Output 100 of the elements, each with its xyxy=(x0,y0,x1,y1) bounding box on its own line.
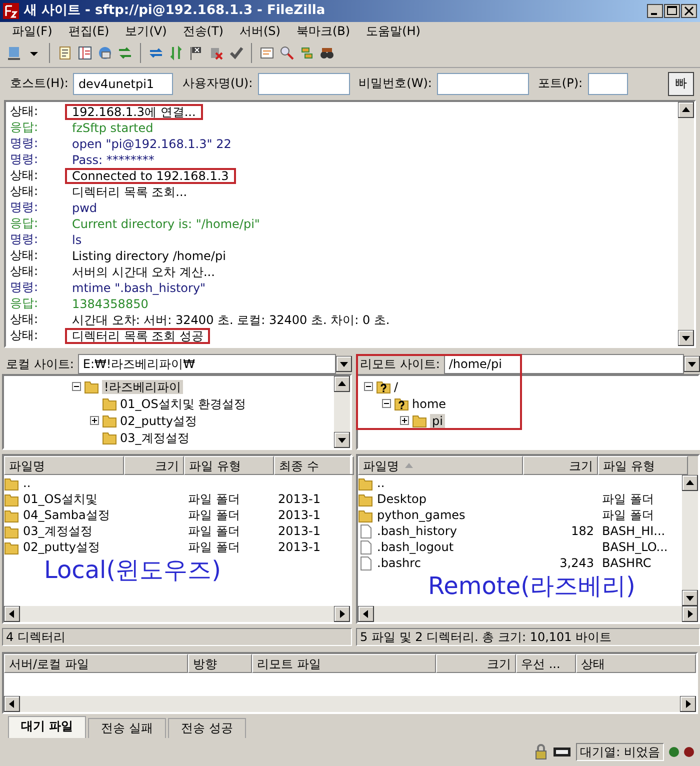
tab[interactable]: 전송 실패 xyxy=(88,718,166,738)
binoculars-icon[interactable] xyxy=(319,45,335,62)
log-message: 시간대 오차: 서버: 32400 초. 로컬: 32400 초. 차이: 0 초. xyxy=(71,312,391,328)
site-label: 리모트 사이트: xyxy=(359,357,441,372)
column-header[interactable]: 크기 xyxy=(523,456,598,476)
scroll-up-button[interactable] xyxy=(678,102,694,118)
quickconnect-button[interactable]: 빠 xyxy=(668,72,694,96)
log-type: 명령: xyxy=(10,136,40,151)
scroll-left-button[interactable] xyxy=(358,606,374,622)
tab[interactable]: 전송 성공 xyxy=(168,718,246,738)
log-message: open "pi@192.168.1.3" 22 xyxy=(71,136,232,152)
folder-icon xyxy=(4,540,19,555)
scroll-down-button[interactable] xyxy=(682,590,698,606)
tree-item[interactable]: home xyxy=(412,396,446,412)
tab[interactable]: 대기 파일 xyxy=(8,716,86,738)
globe-icon[interactable] xyxy=(97,45,113,62)
magnifier-icon[interactable] xyxy=(279,45,295,62)
column-header[interactable]: 크기 xyxy=(436,654,516,674)
folder-icon xyxy=(4,492,19,507)
column-header[interactable]: 리모트 파일 xyxy=(252,654,436,674)
column-header[interactable]: 크기 xyxy=(124,456,184,476)
log-message: fzSftp started xyxy=(71,120,154,136)
scroll-right-button[interactable] xyxy=(682,606,698,622)
input-field[interactable] xyxy=(588,72,628,95)
path-field[interactable]: E:₩!라즈베리파이₩ xyxy=(78,354,336,374)
collapse-toggle[interactable] xyxy=(364,382,373,392)
scroll-left-button[interactable] xyxy=(4,696,20,712)
log-message: pwd xyxy=(71,200,98,216)
expand-toggle[interactable] xyxy=(400,416,409,426)
log-type: 상태: xyxy=(10,104,40,119)
tree-item[interactable]: 03_계정설정 xyxy=(120,430,190,446)
scroll-down-button[interactable] xyxy=(334,432,350,448)
flag-icon[interactable] xyxy=(188,45,204,62)
menu-item[interactable]: 보기(V) xyxy=(117,24,175,38)
column-header[interactable]: 최종 수 xyxy=(274,456,354,476)
table-cell-text: 파일 폴더 xyxy=(601,492,655,507)
tree-item[interactable]: pi xyxy=(430,414,445,428)
menu-item[interactable]: 도움말(H) xyxy=(358,24,428,38)
input-field[interactable] xyxy=(436,72,529,95)
panel-status: 5 파일 및 2 디렉터리. 총 크기: 10,101 바이트 xyxy=(356,628,700,646)
expand-toggle[interactable] xyxy=(90,416,99,426)
panel-icon[interactable] xyxy=(77,45,93,62)
input-field[interactable] xyxy=(258,72,350,95)
scroll-up-button[interactable] xyxy=(682,475,698,492)
dropdown-button[interactable] xyxy=(336,356,352,372)
scroll-down-button[interactable] xyxy=(678,330,694,346)
tree-item[interactable]: 01_OS설치및 환경설정 xyxy=(120,396,246,412)
folder-icon xyxy=(102,413,117,428)
collapse-toggle[interactable] xyxy=(382,399,391,408)
scroll-left-button[interactable] xyxy=(4,606,20,622)
column-header[interactable]: 상태 xyxy=(576,654,696,674)
scroll-right-button[interactable] xyxy=(334,606,350,622)
column-header[interactable]: 서버/로컬 파일 xyxy=(4,654,188,674)
menu-item[interactable]: 파일(F) xyxy=(4,24,60,38)
disconnect-icon[interactable] xyxy=(208,45,224,62)
column-header[interactable]: 파일 유형 xyxy=(598,456,688,476)
menu-item[interactable]: 전송(T) xyxy=(174,24,232,38)
notepad-icon[interactable] xyxy=(57,45,73,62)
checkmark-icon[interactable] xyxy=(228,45,244,62)
log-type: 응답: xyxy=(10,216,40,231)
table-cell-text: 01_OS설치및 xyxy=(22,492,98,507)
column-header[interactable]: 파일명 xyxy=(4,456,124,476)
close-button[interactable] xyxy=(681,4,697,18)
table-cell-text: 04_Samba설정 xyxy=(22,508,111,523)
window-title: 새 사이트 - sftp://pi@192.168.1.3 - FileZilla xyxy=(24,3,326,19)
log-type: 상태: xyxy=(10,168,40,183)
tree-item[interactable]: 02_putty설정 xyxy=(120,414,198,428)
menu-item[interactable]: 북마크(B) xyxy=(288,24,358,38)
log-type: 명령: xyxy=(10,200,40,215)
column-header[interactable]: 우선 ... xyxy=(516,654,576,674)
field-label: 포트(P): xyxy=(538,76,583,91)
menu-item[interactable]: 서버(S) xyxy=(232,24,288,38)
table-cell-text: .. xyxy=(376,476,386,491)
list-icon[interactable] xyxy=(259,45,275,62)
table-cell-text: 파일 폴더 xyxy=(187,492,241,507)
table-cell-text: 02_putty설정 xyxy=(22,540,102,555)
column-header[interactable]: 파일 유형 xyxy=(184,456,274,476)
minimize-button[interactable] xyxy=(647,4,663,18)
app-logo-icon xyxy=(3,2,19,19)
folder-icon xyxy=(358,492,373,507)
menu-item[interactable]: 편집(E) xyxy=(60,24,118,38)
annotation-text: Local(윈도우즈) xyxy=(44,555,221,586)
dropdown-button[interactable] xyxy=(684,356,700,372)
column-header[interactable]: 파일명 xyxy=(358,456,523,476)
log-message: Listing directory /home/pi xyxy=(71,248,227,264)
folder-icon xyxy=(4,508,19,523)
path-field[interactable]: /home/pi xyxy=(444,354,684,374)
sort-arrow-icon xyxy=(405,463,413,468)
maximize-button[interactable] xyxy=(664,4,680,18)
log-type: 상태: xyxy=(10,248,40,263)
input-field[interactable]: dev4unetpi1 xyxy=(73,72,174,95)
log-message: Current directory is: "/home/pi" xyxy=(71,216,261,232)
collapse-toggle[interactable] xyxy=(72,382,81,392)
tree-item[interactable]: !라즈베리파이 xyxy=(102,380,183,394)
scroll-up-button[interactable] xyxy=(334,376,350,392)
transfer-arrows-icon[interactable] xyxy=(117,45,133,62)
site-manager-icon[interactable] xyxy=(6,45,22,62)
scroll-right-button[interactable] xyxy=(680,696,696,712)
column-header[interactable]: 방향 xyxy=(188,654,252,674)
tree-item[interactable]: / xyxy=(394,380,398,394)
